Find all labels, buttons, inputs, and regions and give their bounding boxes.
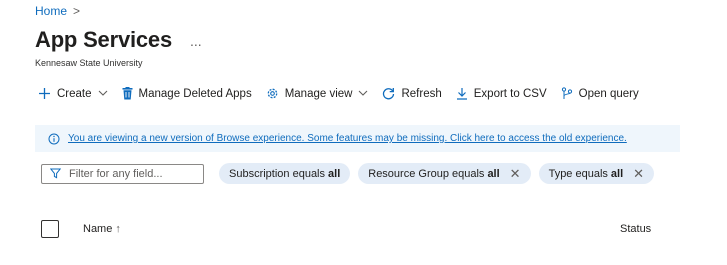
manage-deleted-apps-label: Manage Deleted Apps [138, 87, 252, 100]
chevron-down-icon [98, 90, 107, 96]
open-query-label: Open query [578, 87, 639, 100]
column-header-name-label: Name [83, 223, 113, 235]
export-csv-label: Export to CSV [473, 87, 547, 100]
plus-icon [39, 88, 50, 99]
filter-input[interactable] [69, 167, 189, 180]
filter-pill-type[interactable]: Type equals all ✕ [538, 163, 655, 184]
sort-ascending-icon: ↑ [115, 223, 121, 235]
refresh-button[interactable]: Refresh [382, 87, 442, 100]
query-icon [561, 87, 572, 99]
info-banner: You are viewing a new version of Browse … [35, 125, 680, 152]
filter-pill-value: all [610, 167, 624, 180]
table-header: Name ↑ Status [0, 217, 727, 241]
filter-icon [50, 168, 61, 179]
more-options-button[interactable]: ... [190, 33, 202, 49]
title-row: App Services ... [35, 27, 202, 53]
manage-view-button[interactable]: Manage view [266, 87, 369, 100]
open-query-button[interactable]: Open query [561, 87, 639, 100]
column-header-name[interactable]: Name ↑ [83, 223, 121, 235]
manage-deleted-apps-button[interactable]: Manage Deleted Apps [122, 87, 252, 100]
trash-icon [122, 87, 133, 100]
close-icon[interactable]: ✕ [510, 166, 521, 182]
breadcrumb: Home > [35, 4, 80, 18]
filter-pill-value: all [328, 167, 341, 180]
refresh-label: Refresh [401, 87, 442, 100]
filter-pill-value: all [487, 167, 500, 180]
old-experience-link[interactable]: You are viewing a new version of Browse … [68, 133, 627, 144]
info-icon [48, 133, 60, 144]
download-icon [456, 88, 467, 100]
manage-view-label: Manage view [284, 87, 353, 100]
filter-pill-label: Resource Group equals [368, 167, 485, 180]
gear-icon [267, 88, 278, 99]
filter-pill-label: Subscription equals [229, 167, 326, 180]
breadcrumb-home-link[interactable]: Home [35, 4, 67, 18]
column-header-status[interactable]: Status [620, 223, 651, 235]
close-icon[interactable]: ✕ [633, 166, 644, 182]
export-csv-button[interactable]: Export to CSV [456, 87, 547, 100]
filter-pill-resource-group[interactable]: Resource Group equals all ✕ [358, 163, 531, 184]
breadcrumb-separator: > [73, 4, 81, 18]
filter-pill-label: Type equals [548, 167, 608, 180]
chevron-down-icon [359, 90, 368, 96]
filter-pill-subscription[interactable]: Subscription equals all [219, 163, 351, 184]
page-subtitle: Kennesaw State University [35, 58, 143, 68]
create-button[interactable]: Create [38, 87, 108, 100]
create-label: Create [57, 87, 92, 100]
filter-bar: Subscription equals all Resource Group e… [41, 163, 655, 184]
filter-input-box[interactable] [41, 163, 204, 184]
select-all-checkbox[interactable] [41, 220, 59, 238]
refresh-icon [383, 88, 395, 100]
page-title: App Services [35, 27, 173, 52]
command-bar: Create Manage Deleted Apps Manage view R… [38, 87, 653, 100]
